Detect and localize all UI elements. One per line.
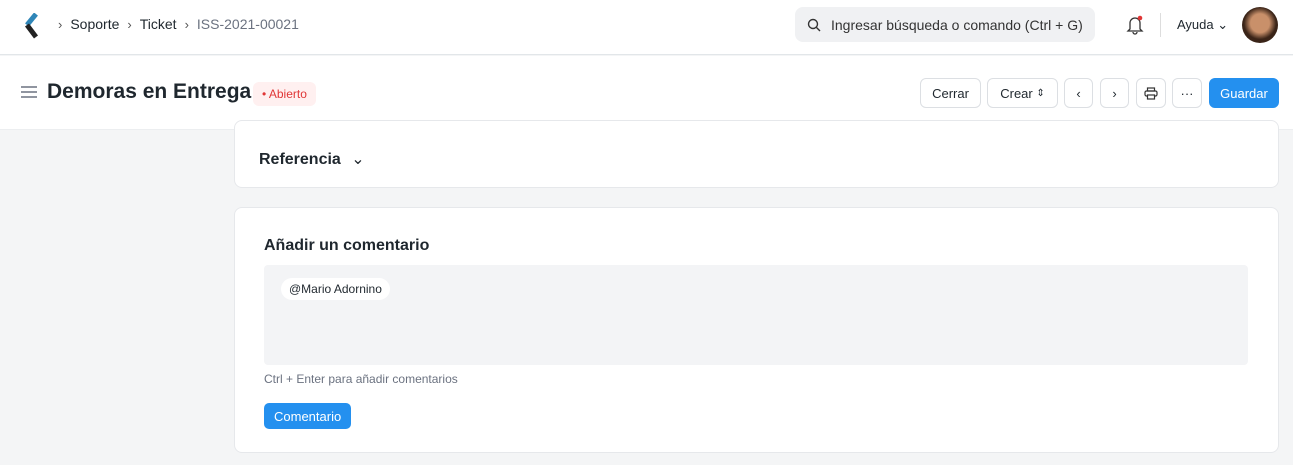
mention-tag: @Mario Adornino: [281, 278, 390, 300]
chevron-right-icon: ›: [1112, 85, 1117, 101]
breadcrumb-current[interactable]: ISS-2021-00021: [197, 16, 299, 32]
comment-heading: Añadir un comentario: [264, 237, 430, 254]
sidebar-toggle-icon[interactable]: [21, 85, 37, 99]
save-button[interactable]: Guardar: [1209, 78, 1279, 108]
previous-button[interactable]: ‹: [1064, 78, 1093, 108]
app-logo[interactable]: [24, 13, 40, 39]
breadcrumb-soporte[interactable]: Soporte: [70, 16, 119, 32]
divider: [1160, 13, 1161, 37]
chevron-right-icon: ›: [127, 16, 132, 32]
more-button[interactable]: ···: [1172, 78, 1202, 108]
page-title: Demoras en Entrega: [47, 80, 252, 103]
chevron-left-icon: ‹: [1076, 85, 1081, 101]
comment-input[interactable]: @Mario Adornino: [264, 265, 1248, 365]
avatar[interactable]: [1242, 7, 1278, 43]
comment-hint: Ctrl + Enter para añadir comentarios: [264, 372, 458, 386]
sort-icon: ⇕: [1036, 87, 1045, 99]
create-label: Crear: [1000, 85, 1033, 101]
search-placeholder: Ingresar búsqueda o comando (Ctrl + G): [831, 16, 1083, 33]
next-button[interactable]: ›: [1100, 78, 1129, 108]
chevron-right-icon: ›: [58, 16, 63, 32]
section-label: Referencia: [259, 151, 341, 168]
create-button[interactable]: Crear ⇕: [987, 78, 1058, 108]
close-button[interactable]: Cerrar: [920, 78, 981, 108]
comment-section: Añadir un comentario @Mario Adornino Ctr…: [234, 207, 1279, 453]
search-icon: [807, 18, 821, 32]
comment-button[interactable]: Comentario: [264, 403, 352, 429]
notification-bell-icon[interactable]: [1126, 15, 1144, 35]
printer-icon: [1144, 86, 1158, 100]
navbar: › Soporte › Ticket › ISS-2021-00021 Ingr…: [0, 0, 1293, 55]
print-button[interactable]: [1136, 78, 1166, 108]
search-input[interactable]: Ingresar búsqueda o comando (Ctrl + G): [795, 7, 1095, 42]
status-text: Abierto: [268, 87, 307, 101]
help-dropdown[interactable]: Ayuda ⌄: [1177, 17, 1228, 33]
help-label: Ayuda: [1177, 17, 1214, 32]
page-header: Demoras en Entrega • Abierto Cerrar Crea…: [0, 56, 1293, 130]
chevron-right-icon: ›: [184, 16, 189, 32]
breadcrumb-ticket[interactable]: Ticket: [140, 16, 177, 32]
reference-section: Referencia ⌄: [234, 120, 1279, 188]
reference-section-toggle[interactable]: Referencia ⌄: [259, 149, 365, 169]
breadcrumb: › Soporte › Ticket › ISS-2021-00021: [58, 16, 299, 32]
chevron-down-icon: ⌄: [1217, 17, 1229, 32]
status-badge: • Abierto: [253, 82, 316, 106]
chevron-down-icon: ⌄: [351, 151, 365, 168]
